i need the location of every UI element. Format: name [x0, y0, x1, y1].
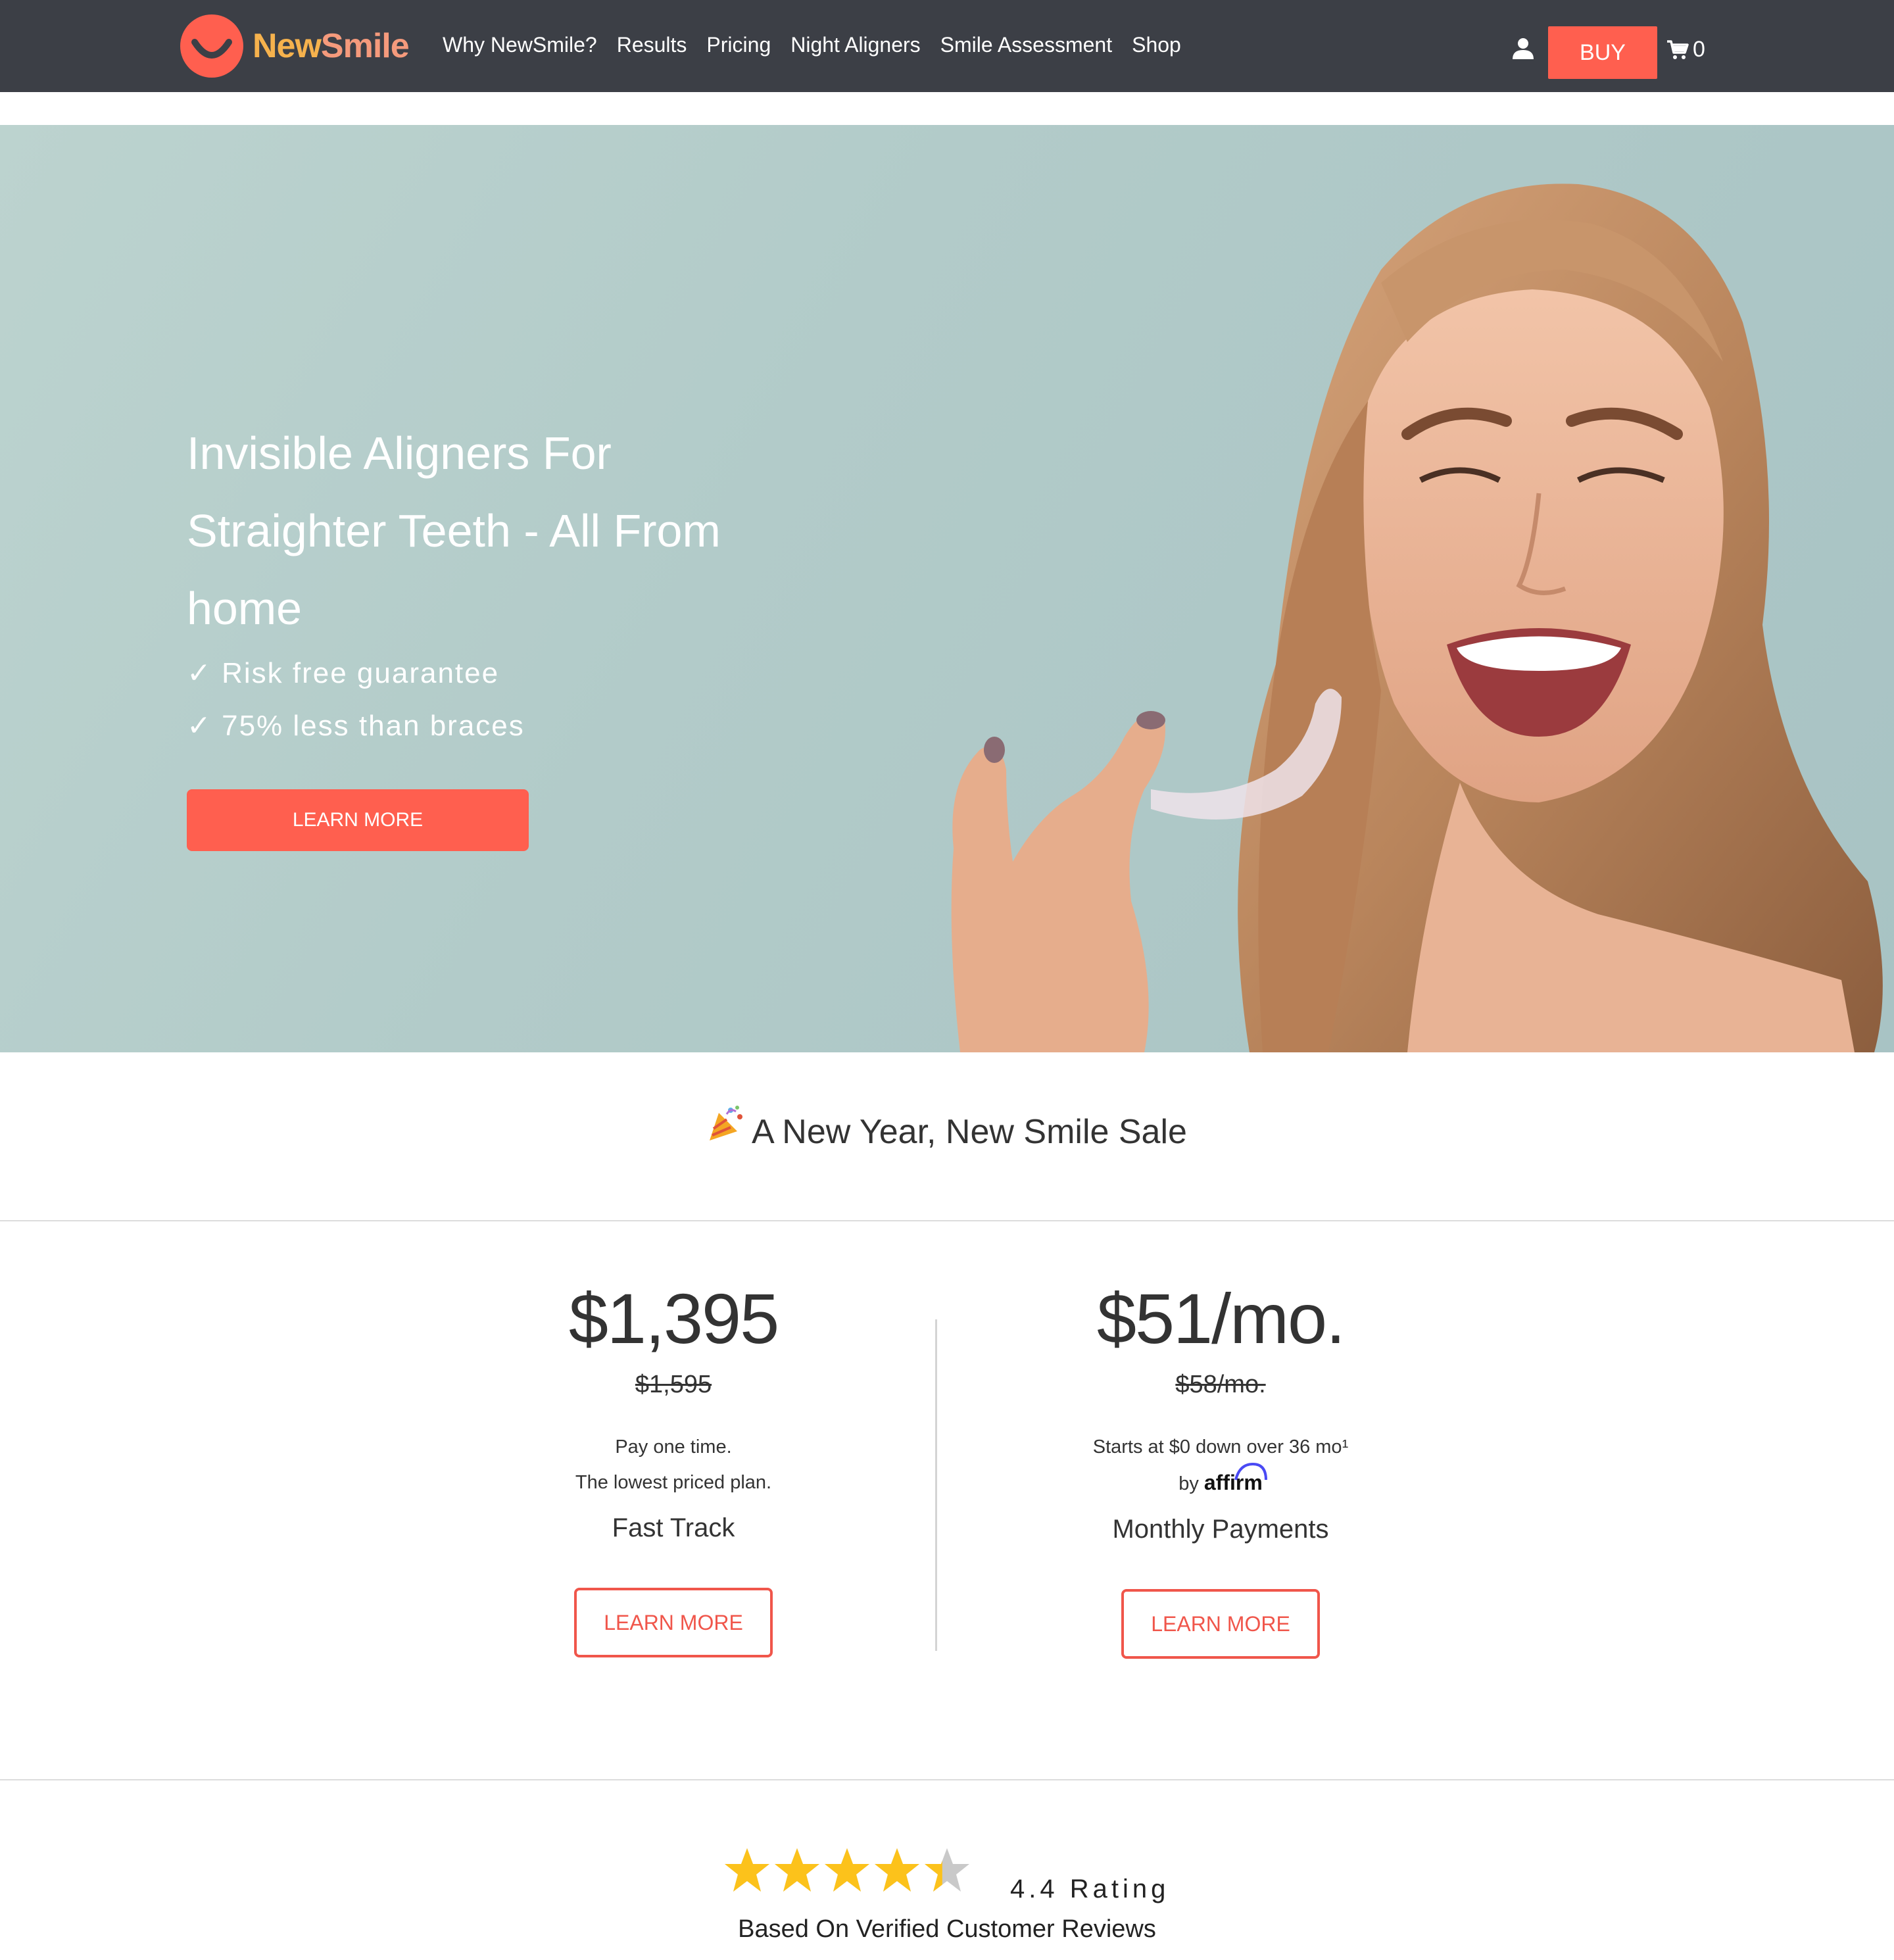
plan-card-monthly-payments: $51/mo. $58/mo. Starts at $0 down over 3…	[990, 1276, 1451, 1659]
nav-link-shop[interactable]: Shop	[1132, 33, 1181, 57]
cart-icon	[1667, 39, 1689, 59]
plan-description: Starts at $0 down over 36 mo¹ by affirm	[990, 1429, 1451, 1502]
plan-old-price: $1,595	[635, 1371, 712, 1398]
cart-count: 0	[1693, 37, 1705, 62]
plan-price: $1,395	[568, 1279, 779, 1358]
smile-logo-icon	[180, 14, 243, 78]
plan-price: $51/mo.	[1096, 1279, 1346, 1358]
cart-button[interactable]: 0	[1666, 37, 1705, 62]
monthly-learn-more-button[interactable]: LEARN MORE	[1121, 1589, 1320, 1659]
affirm-prefix: by	[1178, 1473, 1199, 1494]
plan-description-line2: The lowest priced plan.	[575, 1472, 772, 1493]
star-icon	[775, 1848, 819, 1892]
hero-benefit-risk-free: ✓ Risk free guarantee	[187, 657, 500, 689]
fast-track-learn-more-button[interactable]: LEARN MORE	[574, 1588, 773, 1657]
sale-heading: A New Year, New Smile Sale	[0, 1105, 1894, 1152]
rating-value: 4.4 Rating	[1010, 1874, 1170, 1903]
sale-heading-text: A New Year, New Smile Sale	[752, 1113, 1187, 1151]
nav-link-pricing[interactable]: Pricing	[706, 33, 771, 57]
nav-link-night-aligners[interactable]: Night Aligners	[790, 33, 920, 57]
brand-logo[interactable]: NewSmile	[180, 13, 410, 79]
plans-divider	[935, 1319, 937, 1651]
section-divider	[0, 1779, 1894, 1780]
brand-name: NewSmile	[253, 26, 410, 66]
hero-learn-more-button[interactable]: LEARN MORE	[187, 789, 529, 851]
star-icon	[875, 1848, 919, 1892]
star-icon	[825, 1848, 869, 1892]
brand-name-part1: New	[253, 27, 322, 65]
plan-card-fast-track: $1,395 $1,595 Pay one time. The lowest p…	[443, 1276, 904, 1657]
brand-name-part2: Smile	[320, 27, 410, 65]
top-navbar: NewSmile Why NewSmile? Results Pricing N…	[0, 0, 1894, 92]
nav-link-why-newsmile[interactable]: Why NewSmile?	[443, 33, 597, 57]
plan-old-price: $58/mo.	[1175, 1371, 1266, 1398]
plan-description-line2: by affirm	[990, 1463, 1451, 1502]
star-icon	[725, 1848, 769, 1892]
plan-name: Fast Track	[612, 1513, 735, 1542]
main-nav: Why NewSmile? Results Pricing Night Alig…	[443, 33, 1201, 57]
nav-link-results[interactable]: Results	[617, 33, 687, 57]
plan-name: Monthly Payments	[1112, 1515, 1329, 1544]
plan-description-line1: Starts at $0 down over 36 mo¹	[1092, 1436, 1349, 1458]
party-popper-icon	[707, 1105, 745, 1152]
user-icon[interactable]	[1511, 37, 1535, 61]
hero-section: Invisible Aligners For Straighter Teeth …	[0, 125, 1894, 1052]
plan-description-line1: Pay one time.	[615, 1436, 732, 1458]
hero-benefit-less-than-braces: ✓ 75% less than braces	[187, 710, 525, 742]
plan-description: Pay one time. The lowest priced plan.	[443, 1429, 904, 1500]
rating-stars	[723, 1847, 973, 1894]
affirm-logo: affirm	[1204, 1463, 1267, 1494]
woman-holding-aligner-photo	[951, 184, 1883, 1052]
nav-link-smile-assessment[interactable]: Smile Assessment	[940, 33, 1112, 57]
hero-title: Invisible Aligners For Straighter Teeth …	[187, 428, 721, 634]
star-icon	[925, 1848, 969, 1892]
buy-button[interactable]: BUY	[1548, 26, 1657, 79]
rating-subtitle: Based On Verified Customer Reviews	[738, 1915, 1156, 1943]
section-divider	[0, 1220, 1894, 1221]
